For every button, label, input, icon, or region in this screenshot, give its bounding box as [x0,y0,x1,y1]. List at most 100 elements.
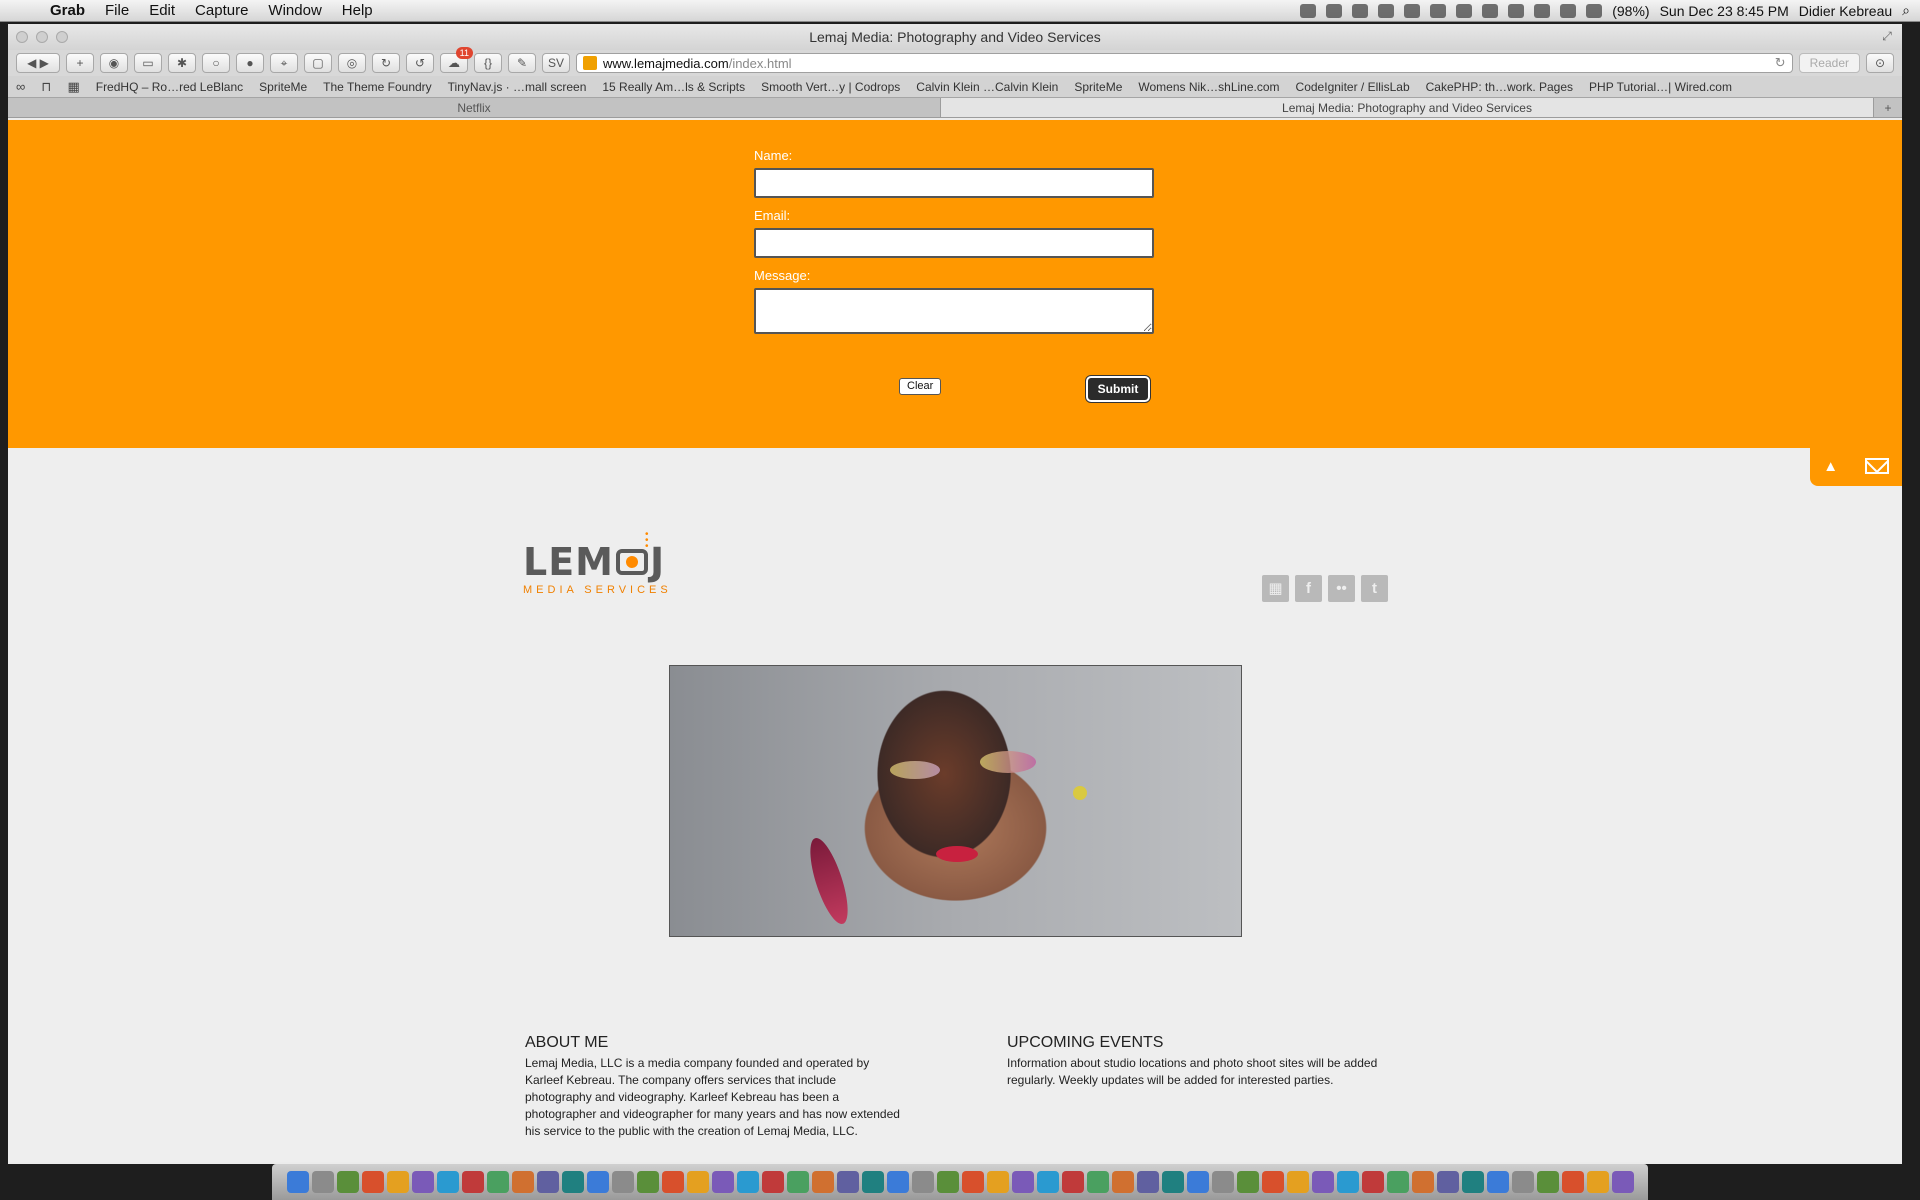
message-textarea[interactable] [754,288,1154,334]
mail-icon[interactable] [1864,458,1889,474]
lemaj-logo[interactable]: LEM J • • • MEDIA SERVICES [523,530,683,602]
fullscreen-icon[interactable]: ⤢ [1880,29,1894,43]
dock-app-icon[interactable] [986,1171,1009,1193]
tab-lemaj-media[interactable]: Lemaj Media: Photography and Video Servi… [941,98,1874,117]
name-input[interactable] [754,168,1154,198]
dock-app-icon[interactable] [886,1171,909,1193]
dock-app-icon[interactable] [611,1171,634,1193]
flickr-icon[interactable]: •• [1328,575,1355,602]
dock-app-icon[interactable] [961,1171,984,1193]
dock-app-icon[interactable] [586,1171,609,1193]
dock-app-icon[interactable] [486,1171,509,1193]
facebook-icon[interactable]: f [1295,575,1322,602]
back-forward-button[interactable]: ◀ ▶ [16,53,60,73]
extension-icon[interactable]: ✱ [168,53,196,73]
display-icon[interactable] [1482,3,1499,18]
bookmark-item[interactable]: PHP Tutorial…| Wired.com [1589,80,1732,94]
bookmark-item[interactable]: 15 Really Am…ls & Scripts [602,80,745,94]
dock-app-icon[interactable] [461,1171,484,1193]
bookmark-item[interactable]: Smooth Vert…y | Codrops [761,80,900,94]
bookmark-item[interactable]: Calvin Klein …Calvin Klein [916,80,1058,94]
extension-icon[interactable]: ◉ [100,53,128,73]
bookmark-item[interactable]: SpriteMe [259,80,307,94]
dock-app-icon[interactable] [1286,1171,1309,1193]
user-name[interactable]: Didier Kebreau [1799,3,1892,19]
bookmark-item[interactable]: CodeIgniter / EllisLab [1296,80,1410,94]
downloads-icon[interactable]: ⊙ [1866,53,1894,73]
dock-app-icon[interactable] [811,1171,834,1193]
dock-app-icon[interactable] [311,1171,334,1193]
dock-app-icon[interactable] [1311,1171,1334,1193]
bookmarks-book-icon[interactable]: ⊓ [41,79,51,95]
dock-app-icon[interactable] [1461,1171,1484,1193]
dock-app-icon[interactable] [936,1171,959,1193]
dock-app-icon[interactable] [1536,1171,1559,1193]
notification-extension-icon[interactable]: ☁ 11 [440,47,473,73]
reading-list-icon[interactable]: ∞ [16,79,25,94]
dock-app-icon[interactable] [711,1171,734,1193]
email-input[interactable] [754,228,1154,258]
top-sites-icon[interactable]: ▦ [67,79,79,95]
extension-icon[interactable]: ● [236,53,264,73]
spotlight-icon[interactable]: ⌕ [1902,2,1910,19]
dock-app-icon[interactable] [836,1171,859,1193]
dock-app-icon[interactable] [1336,1171,1359,1193]
clear-button[interactable]: Clear [899,378,942,395]
dock-app-icon[interactable] [1186,1171,1209,1193]
dock-app-icon[interactable] [636,1171,659,1193]
status-icon[interactable] [1430,3,1447,18]
volume-icon[interactable] [1560,3,1577,18]
dropbox-icon[interactable] [1326,3,1343,18]
dock-app-icon[interactable] [686,1171,709,1193]
bookmark-item[interactable]: Womens Nik…shLine.com [1138,80,1279,94]
add-bookmark-icon[interactable]: + [66,53,94,73]
dock-app-icon[interactable] [661,1171,684,1193]
dock-app-icon[interactable] [1261,1171,1284,1193]
dock-app-icon[interactable] [386,1171,409,1193]
dock-app-icon[interactable] [1411,1171,1434,1193]
dock-app-icon[interactable] [1061,1171,1084,1193]
bookmark-item[interactable]: FredHQ – Ro…red LeBlanc [96,80,243,94]
dock-app-icon[interactable] [786,1171,809,1193]
dock-app-icon[interactable] [511,1171,534,1193]
dock-app-icon[interactable] [736,1171,759,1193]
dock-app-icon[interactable] [761,1171,784,1193]
submit-button[interactable]: Submit [1086,376,1150,402]
status-icon[interactable] [1300,3,1317,18]
code-extension-icon[interactable]: {} [474,53,502,73]
dock-app-icon[interactable] [1386,1171,1409,1193]
minimize-window-button[interactable] [36,31,48,43]
close-window-button[interactable] [16,31,28,43]
extension-icon[interactable]: ⌖ [270,53,298,73]
dock-app-icon[interactable] [436,1171,459,1193]
dock-app-icon[interactable] [1361,1171,1384,1193]
tab-netflix[interactable]: Netflix [8,98,941,117]
extension-icon[interactable]: ▢ [304,53,332,73]
status-icon[interactable] [1352,3,1369,18]
dock-app-icon[interactable] [1436,1171,1459,1193]
bookmark-item[interactable]: CakePHP: th…work. Pages [1426,80,1573,94]
dock-app-icon[interactable] [1586,1171,1609,1193]
clock[interactable]: Sun Dec 23 8:45 PM [1660,3,1789,19]
dock-app-icon[interactable] [1011,1171,1034,1193]
bluetooth-icon[interactable] [1456,3,1473,18]
menu-window[interactable]: Window [258,2,331,19]
image-icon[interactable]: ▦ [1262,575,1289,602]
wifi-icon[interactable] [1534,3,1551,18]
status-icon[interactable] [1378,3,1395,18]
dock-app-icon[interactable] [1561,1171,1584,1193]
extension-icon[interactable]: ▭ [134,53,162,73]
menu-help[interactable]: Help [332,2,383,19]
extension-icon[interactable]: ✎ [508,53,536,73]
dock-app-icon[interactable] [861,1171,884,1193]
dock-app-icon[interactable] [411,1171,434,1193]
sv-extension-icon[interactable]: SV [542,53,570,73]
dock-app-icon[interactable] [1236,1171,1259,1193]
dock-app-icon[interactable] [1036,1171,1059,1193]
menu-file[interactable]: File [95,2,139,19]
new-tab-button[interactable]: + [1874,98,1902,117]
menu-grab[interactable]: Grab [40,2,95,19]
bookmark-item[interactable]: The Theme Foundry [323,80,432,94]
extension-icon[interactable]: ↻ [372,53,400,73]
dock-app-icon[interactable] [911,1171,934,1193]
